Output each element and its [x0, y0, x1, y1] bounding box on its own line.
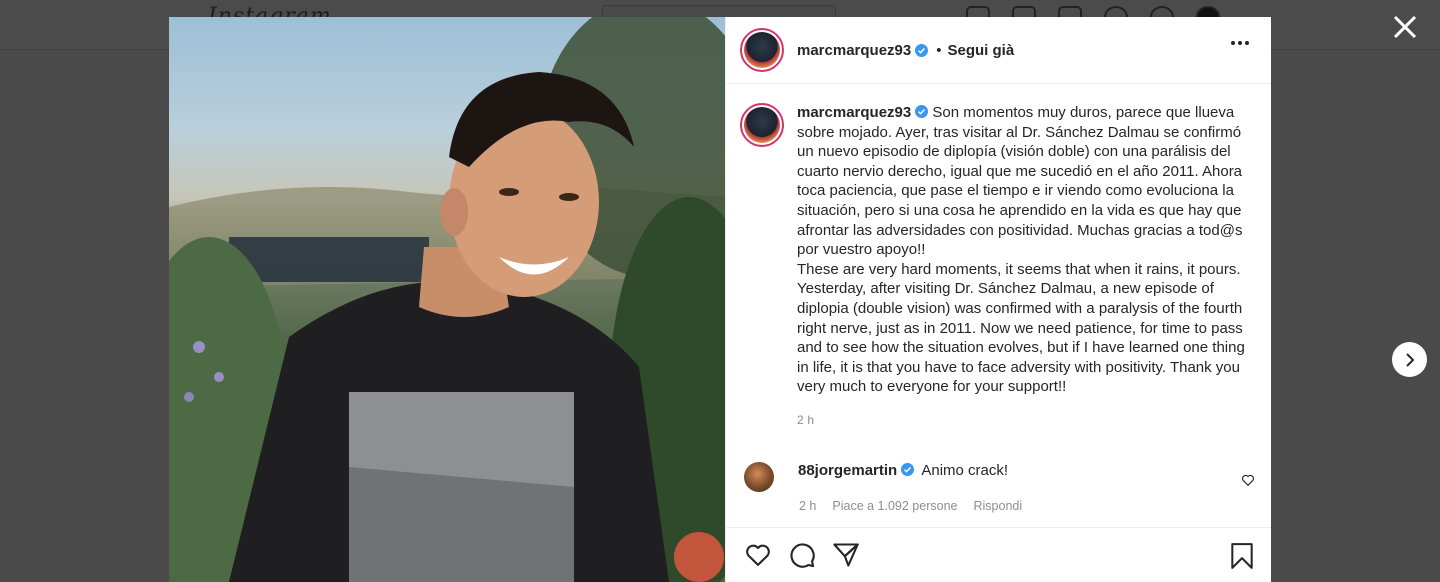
post-modal: marcmarquez93 • Segui già marcmarquez93 … — [169, 17, 1271, 582]
share-send-icon[interactable] — [832, 541, 860, 569]
post-actions-bar — [726, 527, 1271, 582]
comment-time[interactable]: 2 h — [799, 499, 816, 513]
chevron-right-icon — [1405, 352, 1414, 367]
caption-text-english: These are very hard moments, it seems th… — [797, 260, 1245, 396]
save-bookmark-icon[interactable] — [1229, 542, 1255, 570]
post-photo[interactable] — [169, 17, 725, 582]
verified-badge-icon — [915, 43, 929, 57]
follow-status-button[interactable]: Segui già — [948, 42, 1015, 59]
close-icon — [1393, 15, 1417, 39]
commenter-username[interactable]: 88jorgemartin — [798, 462, 897, 479]
commenter-avatar[interactable] — [744, 462, 774, 492]
comment-bubble-icon[interactable] — [788, 541, 816, 569]
caption-author-avatar[interactable] — [740, 103, 784, 147]
caption-username[interactable]: marcmarquez93 — [797, 104, 911, 121]
reply-button[interactable]: Rispondi — [973, 499, 1022, 513]
more-dots-icon — [1231, 41, 1235, 45]
author-avatar[interactable] — [740, 28, 784, 72]
caption-text-spanish: Son momentos muy duros, parece que lluev… — [797, 104, 1243, 259]
comment-text: Animo crack! — [921, 462, 1009, 479]
separator-dot: • — [936, 41, 942, 59]
portrait-image — [169, 17, 725, 582]
like-heart-icon[interactable] — [744, 541, 772, 569]
author-username[interactable]: marcmarquez93 — [797, 42, 911, 59]
verified-badge-icon — [901, 463, 915, 476]
verified-badge-icon — [915, 105, 929, 118]
comment-item: 88jorgemartin Animo crack! 2 h Piace a 1… — [744, 462, 1257, 513]
post-side-panel: marcmarquez93 • Segui già marcmarquez93 … — [725, 17, 1271, 582]
close-button[interactable] — [1390, 12, 1420, 42]
post-timestamp[interactable]: 2 h — [797, 411, 1257, 431]
comment-like-heart-icon[interactable] — [1241, 473, 1255, 487]
post-caption: marcmarquez93 Son momentos muy duros, pa… — [740, 103, 1257, 431]
next-post-button[interactable] — [1392, 342, 1427, 377]
comment-meta: 2 h Piace a 1.092 persone Rispondi — [799, 499, 1022, 513]
more-options-button[interactable] — [1231, 41, 1249, 45]
comment-likes[interactable]: Piace a 1.092 persone — [832, 499, 957, 513]
post-header: marcmarquez93 • Segui già — [726, 17, 1271, 84]
